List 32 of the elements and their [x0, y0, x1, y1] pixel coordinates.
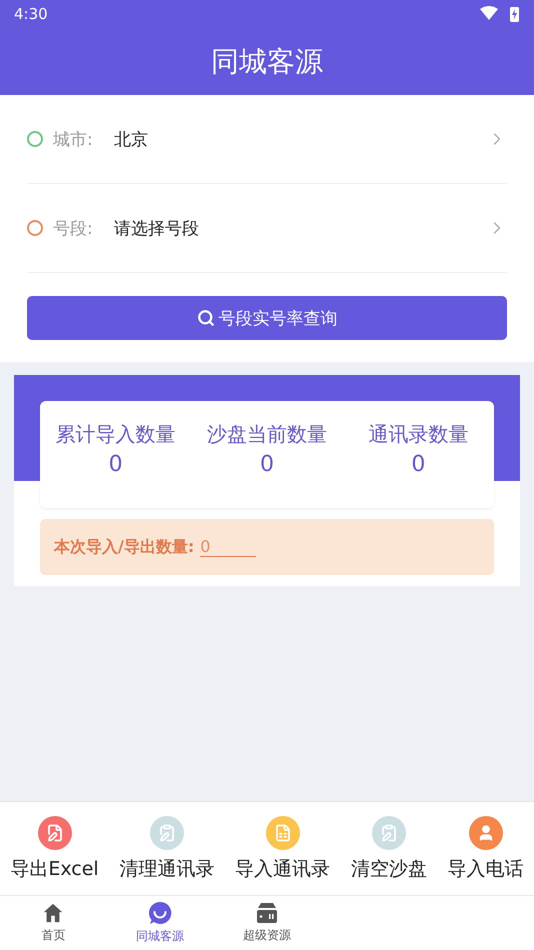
- field-label: 城市:: [53, 128, 94, 150]
- search-icon: [196, 309, 214, 327]
- action-label: 清理通讯录: [119, 856, 214, 882]
- action-button[interactable]: 导入电话: [448, 816, 524, 882]
- field-label: 号段:: [53, 218, 94, 240]
- select-value[interactable]: 请选择号段: [114, 216, 487, 240]
- server-icon: [254, 902, 279, 924]
- select-value[interactable]: 北京: [114, 128, 487, 150]
- action-label: 导出Excel: [10, 856, 99, 882]
- action-button[interactable]: 导入通讯录: [235, 816, 330, 882]
- action-button[interactable]: 导出Excel: [10, 816, 99, 882]
- page-title: 同城客源: [211, 44, 323, 80]
- query-button[interactable]: 号段实号率查询: [27, 296, 507, 340]
- nav-tab[interactable]: 超级资源: [214, 896, 320, 950]
- batch-label: 本次导入/导出数量:: [54, 536, 194, 558]
- nav-tab[interactable]: 同城客源: [106, 896, 214, 950]
- stat-value: 0: [260, 452, 274, 477]
- stat-label: 沙盘当前数量: [206, 421, 327, 448]
- action-button[interactable]: 清空沙盘: [350, 816, 427, 882]
- action-label: 清空沙盘: [350, 856, 427, 882]
- status-icons: [480, 6, 520, 22]
- action-label: 导入电话: [448, 856, 524, 882]
- home-icon: [42, 902, 64, 924]
- stat-value: 0: [411, 452, 426, 477]
- action-button[interactable]: 清理通讯录: [119, 816, 214, 882]
- stat-value: 0: [108, 452, 123, 477]
- nav-tab[interactable]: 首页: [0, 896, 107, 950]
- stat-label: 累计导入数量: [56, 421, 176, 448]
- action-label: 导入通讯录: [235, 856, 330, 882]
- stat-label: 通讯录数量: [368, 421, 468, 448]
- chat-smile-icon: [148, 901, 172, 925]
- status-time: 4:30: [14, 5, 48, 23]
